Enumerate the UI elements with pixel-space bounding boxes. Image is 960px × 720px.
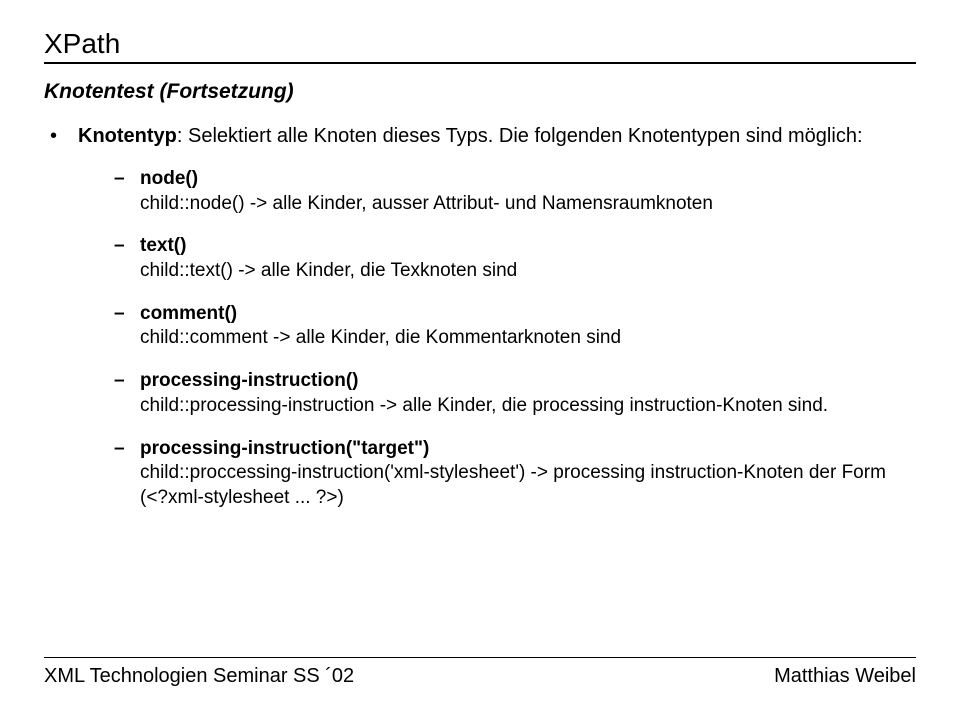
bullet-text: : Selektiert alle Knoten dieses Typs. Di…	[177, 125, 863, 147]
item-desc: child::comment -> alle Kinder, die Komme…	[140, 326, 916, 351]
item-head: – text()	[114, 234, 916, 259]
item-head: – comment()	[114, 302, 916, 327]
item-node: – node() child::node() -> alle Kinder, a…	[114, 167, 916, 216]
dash-icon: –	[114, 369, 140, 394]
item-head: – processing-instruction("target")	[114, 437, 916, 462]
dash-icon: –	[114, 437, 140, 462]
item-head-text: comment()	[140, 302, 237, 327]
dash-icon: –	[114, 234, 140, 259]
item-head-text: text()	[140, 234, 186, 259]
bullet-content: Knotentyp: Selektiert alle Knoten dieses…	[78, 124, 916, 149]
item-desc: child::processing-instruction -> alle Ki…	[140, 394, 916, 419]
sublist: – node() child::node() -> alle Kinder, a…	[114, 167, 916, 511]
bullet-lead: Knotentyp	[78, 125, 177, 147]
bullet-knotentyp: • Knotentyp: Selektiert alle Knoten dies…	[50, 124, 916, 149]
item-head-text: processing-instruction("target")	[140, 437, 429, 462]
footer-right: Matthias Weibel	[774, 665, 916, 688]
slide-title: XPath	[44, 28, 916, 64]
subtitle: Knotentest (Fortsetzung)	[44, 80, 916, 104]
footer-divider	[44, 657, 916, 658]
item-pi-target: – processing-instruction("target") child…	[114, 437, 916, 511]
item-comment: – comment() child::comment -> alle Kinde…	[114, 302, 916, 351]
footer-left: XML Technologien Seminar SS ´02	[44, 665, 354, 688]
item-head: – node()	[114, 167, 916, 192]
dash-icon: –	[114, 167, 140, 192]
item-text: – text() child::text() -> alle Kinder, d…	[114, 234, 916, 283]
item-desc: child::node() -> alle Kinder, ausser Att…	[140, 192, 916, 217]
slide-body: Knotentest (Fortsetzung) • Knotentyp: Se…	[44, 80, 916, 529]
item-head-text: node()	[140, 167, 198, 192]
item-head-text: processing-instruction()	[140, 369, 359, 394]
item-desc: child::proccessing-instruction('xml-styl…	[140, 461, 916, 510]
slide: XPath Knotentest (Fortsetzung) • Knotent…	[0, 0, 960, 720]
item-pi: – processing-instruction() child::proces…	[114, 369, 916, 418]
dash-icon: –	[114, 302, 140, 327]
item-desc: child::text() -> alle Kinder, die Texkno…	[140, 259, 916, 284]
bullet-marker: •	[50, 124, 78, 149]
item-head: – processing-instruction()	[114, 369, 916, 394]
